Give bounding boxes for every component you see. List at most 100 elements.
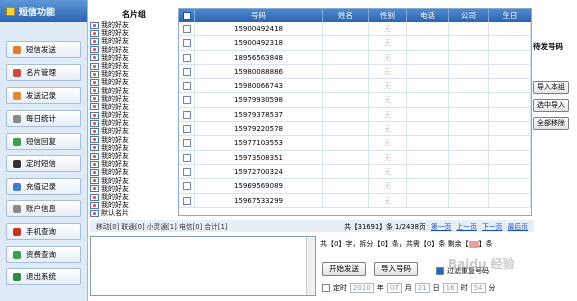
row-checkbox[interactable] <box>179 93 195 108</box>
group-item[interactable]: 我的好友 <box>90 46 178 54</box>
column-company[interactable]: 公司 <box>449 9 489 22</box>
group-item[interactable]: 我的好友 <box>90 185 178 193</box>
sidebar-item[interactable]: 退出系统 <box>6 268 81 285</box>
carrier-stats: 移动[0] 联通[0] 小灵通[1] 电信[0] 合计[1] <box>96 223 228 231</box>
contact-card-icon <box>90 103 99 111</box>
sidebar-item[interactable]: 每日统计 <box>6 110 81 127</box>
column-phone[interactable]: 号码 <box>195 9 323 22</box>
hour-select[interactable]: 16 <box>442 283 458 293</box>
sidebar-item[interactable]: 资费查询 <box>6 246 81 263</box>
sidebar-item[interactable]: 发送记录 <box>6 87 81 104</box>
cell-gender: 无 <box>369 93 407 108</box>
contact-card-icon <box>90 177 99 185</box>
table-row[interactable]: 15972700324 无 <box>179 164 531 180</box>
group-item[interactable]: 我的好友 <box>90 103 178 111</box>
group-item[interactable]: 我的好友 <box>90 152 178 160</box>
group-label: 默认名片 <box>101 209 129 218</box>
import-group-button[interactable]: 导入本组 <box>533 81 569 94</box>
group-item[interactable]: 我的好友 <box>90 87 178 95</box>
column-gender[interactable]: 性别 <box>369 9 407 22</box>
group-item[interactable]: 我的好友 <box>90 95 178 103</box>
table-row[interactable]: 15973508351 无 <box>179 150 531 165</box>
group-item[interactable]: 我的好友 <box>90 177 178 185</box>
group-item[interactable]: 默认名片 <box>90 209 178 217</box>
daily-stats-icon <box>13 114 21 123</box>
sidebar-item[interactable]: 充值记录 <box>6 178 81 195</box>
group-item[interactable]: 我的好友 <box>90 136 178 144</box>
column-tel[interactable]: 电话 <box>407 9 449 22</box>
start-send-button[interactable]: 开始发送 <box>322 262 366 276</box>
column-name[interactable]: 姓名 <box>323 9 369 22</box>
table-row[interactable]: 15980066743 无 <box>179 79 531 94</box>
import-numbers-button[interactable]: 导入号码 <box>374 262 418 276</box>
next-page-link[interactable]: 下一页 <box>482 223 502 231</box>
table-row[interactable]: 15967533299 无 <box>179 193 531 208</box>
row-checkbox[interactable] <box>179 179 195 194</box>
cell-phone: 15973508351 <box>195 150 323 165</box>
timed-checkbox[interactable] <box>322 284 330 292</box>
table-row[interactable]: 15980088886 无 <box>179 64 531 80</box>
import-selected-button[interactable]: 选中导入 <box>533 99 569 112</box>
sidebar-item-label: 充值记录 <box>26 182 56 191</box>
sidebar-item[interactable]: 短信回复 <box>6 133 81 150</box>
year-select[interactable]: 2010 <box>350 283 374 293</box>
group-item[interactable]: 我的好友 <box>90 168 178 176</box>
table-row[interactable]: 15979220578 无 <box>179 122 531 137</box>
row-checkbox[interactable] <box>179 136 195 151</box>
group-item[interactable]: 我的好友 <box>90 127 178 135</box>
group-item[interactable]: 我的好友 <box>90 37 178 45</box>
table-row[interactable]: 15977103553 无 <box>179 136 531 151</box>
group-item[interactable]: 我的好友 <box>90 78 178 86</box>
cell-phone: 15979378537 <box>195 107 323 122</box>
table-row[interactable]: 15979930598 无 <box>179 93 531 108</box>
table-row[interactable]: 15969569089 无 <box>179 179 531 194</box>
row-checkbox[interactable] <box>179 107 195 122</box>
row-checkbox[interactable] <box>179 36 195 51</box>
row-checkbox[interactable] <box>179 79 195 94</box>
last-page-link[interactable]: 最后页 <box>508 223 528 231</box>
message-scrollbar[interactable] <box>306 237 315 295</box>
sidebar-item[interactable]: 名片管理 <box>6 64 81 81</box>
sidebar-item[interactable]: 定时短信 <box>6 155 81 172</box>
contact-card-icon <box>90 21 99 29</box>
contact-card-icon <box>90 201 99 209</box>
row-checkbox[interactable] <box>179 64 195 79</box>
cell-company <box>449 193 489 208</box>
contact-card-icon <box>90 62 99 70</box>
row-checkbox[interactable] <box>179 122 195 137</box>
sidebar-item[interactable]: 账户信息 <box>6 200 81 217</box>
group-item[interactable]: 我的好友 <box>90 144 178 152</box>
cell-birthday <box>489 93 531 108</box>
cell-tel <box>407 64 449 79</box>
select-all-checkbox[interactable] <box>179 9 195 22</box>
contact-groups-panel: 名片组 我的好友 我的好友 我的好友 我的好友 我的好友 我的好友 我的好友 我的好友 我的好友… <box>90 8 178 217</box>
sidebar-item[interactable]: 手机查询 <box>6 223 81 240</box>
minute-select[interactable]: 54 <box>470 283 486 293</box>
group-item[interactable]: 我的好友 <box>90 193 178 201</box>
first-page-link[interactable]: 第一页 <box>431 223 451 231</box>
month-select[interactable]: 07 <box>386 283 402 293</box>
row-checkbox[interactable] <box>179 164 195 179</box>
group-item[interactable]: 我的好友 <box>90 62 178 70</box>
table-row[interactable]: 18956563848 无 <box>179 50 531 65</box>
cell-tel <box>407 193 449 208</box>
prev-page-link[interactable]: 上一页 <box>456 223 476 231</box>
cell-company <box>449 79 489 94</box>
row-checkbox[interactable] <box>179 193 195 208</box>
day-select[interactable]: 21 <box>414 283 430 293</box>
column-birthday[interactable]: 生日 <box>489 9 531 22</box>
filter-duplicates-checkbox[interactable] <box>436 267 444 275</box>
row-checkbox[interactable] <box>179 22 195 36</box>
message-textarea[interactable] <box>90 236 316 296</box>
group-label: 我的好友 <box>101 37 129 46</box>
table-row[interactable]: 15979378537 无 <box>179 107 531 123</box>
group-item[interactable]: 我的好友 <box>90 21 178 29</box>
table-row[interactable]: 15900492418 无 <box>179 22 531 37</box>
group-item[interactable]: 我的好友 <box>90 54 178 62</box>
table-row[interactable]: 15900492318 无 <box>179 36 531 51</box>
row-checkbox[interactable] <box>179 150 195 165</box>
sidebar-item[interactable]: 短信发送 <box>6 41 81 58</box>
group-label: 我的好友 <box>101 78 129 87</box>
row-checkbox[interactable] <box>179 50 195 65</box>
remove-all-button[interactable]: 全部移除 <box>533 117 569 130</box>
